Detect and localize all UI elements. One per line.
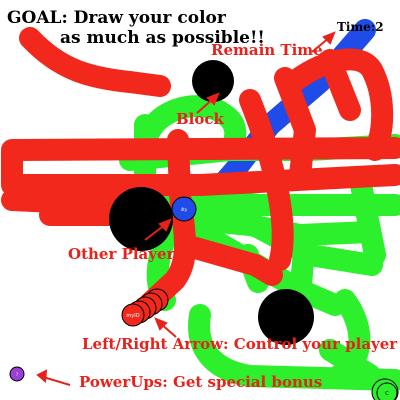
goal-text-line1: GOAL: Draw your color bbox=[7, 8, 226, 28]
player-id: myID bbox=[126, 313, 139, 319]
block-obstacle bbox=[109, 187, 173, 251]
other-player-label: Other Player bbox=[68, 245, 175, 263]
arrow-powerups-head bbox=[36, 369, 48, 384]
block-label: Block bbox=[176, 110, 224, 128]
controls-label: Left/Right Arrow: Control your player bbox=[82, 335, 398, 353]
remain-time-label: Remain Time bbox=[211, 41, 323, 59]
other-player-id: 4ty bbox=[181, 207, 188, 212]
game-canvas[interactable]: 4ty myID ? C GOAL: Draw your color as mu… bbox=[0, 0, 400, 400]
time-readout: Time:2 bbox=[337, 20, 384, 34]
arrow-powerups bbox=[42, 376, 71, 386]
powerup-corner-glyph: C bbox=[385, 391, 389, 397]
powerups-label: PowerUps: Get special bonus bbox=[79, 373, 323, 391]
powerup-orb-glyph: ? bbox=[16, 372, 18, 377]
